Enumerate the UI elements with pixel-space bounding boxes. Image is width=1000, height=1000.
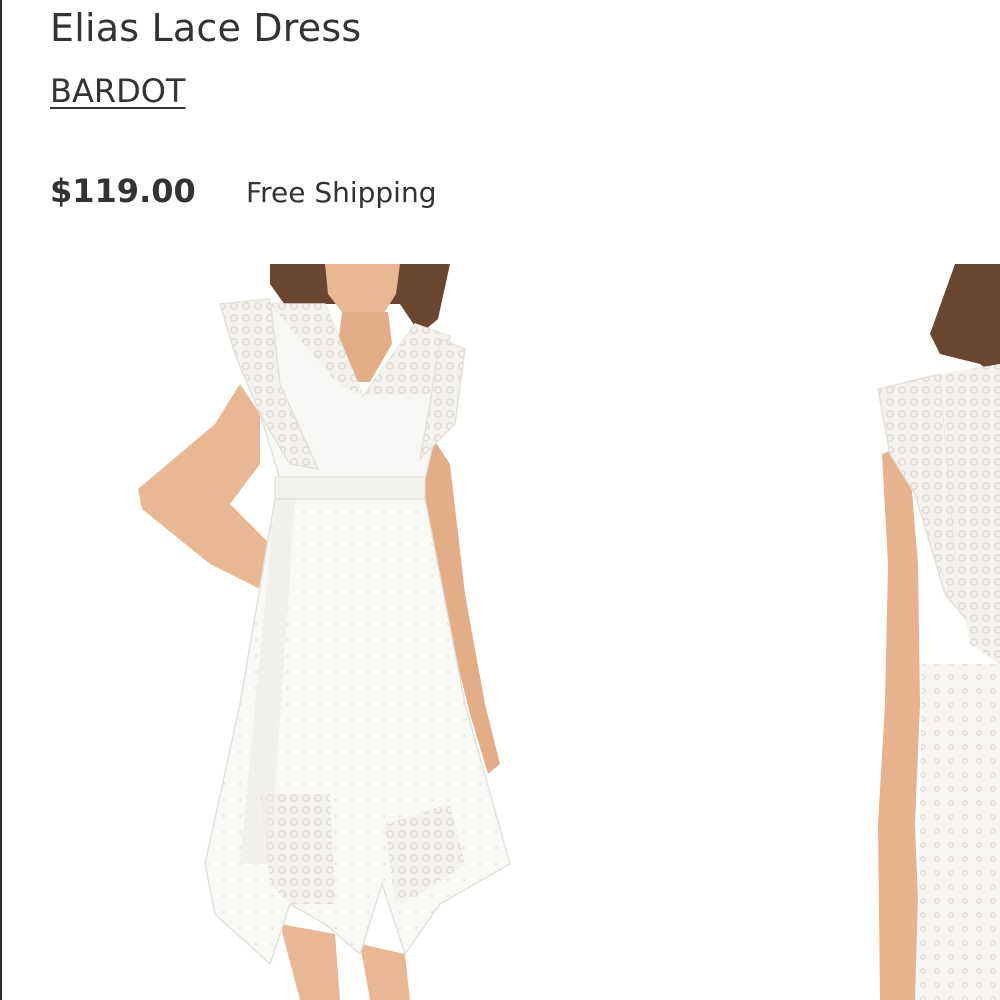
product-title: Elias Lace Dress xyxy=(50,6,362,50)
shipping-info: Free Shipping xyxy=(246,176,437,209)
product-photo-front[interactable] xyxy=(120,264,540,1000)
brand-link[interactable]: BARDOT xyxy=(50,72,185,110)
product-page: Elias Lace Dress BARDOT $119.00 Free Shi… xyxy=(0,0,1000,1000)
product-photo-side[interactable] xyxy=(860,264,1000,1000)
product-price: $119.00 xyxy=(50,172,196,210)
dress-side-illustration xyxy=(877,264,1000,1000)
dress-front-illustration xyxy=(138,264,511,1000)
image-carousel[interactable] xyxy=(0,264,1000,1000)
